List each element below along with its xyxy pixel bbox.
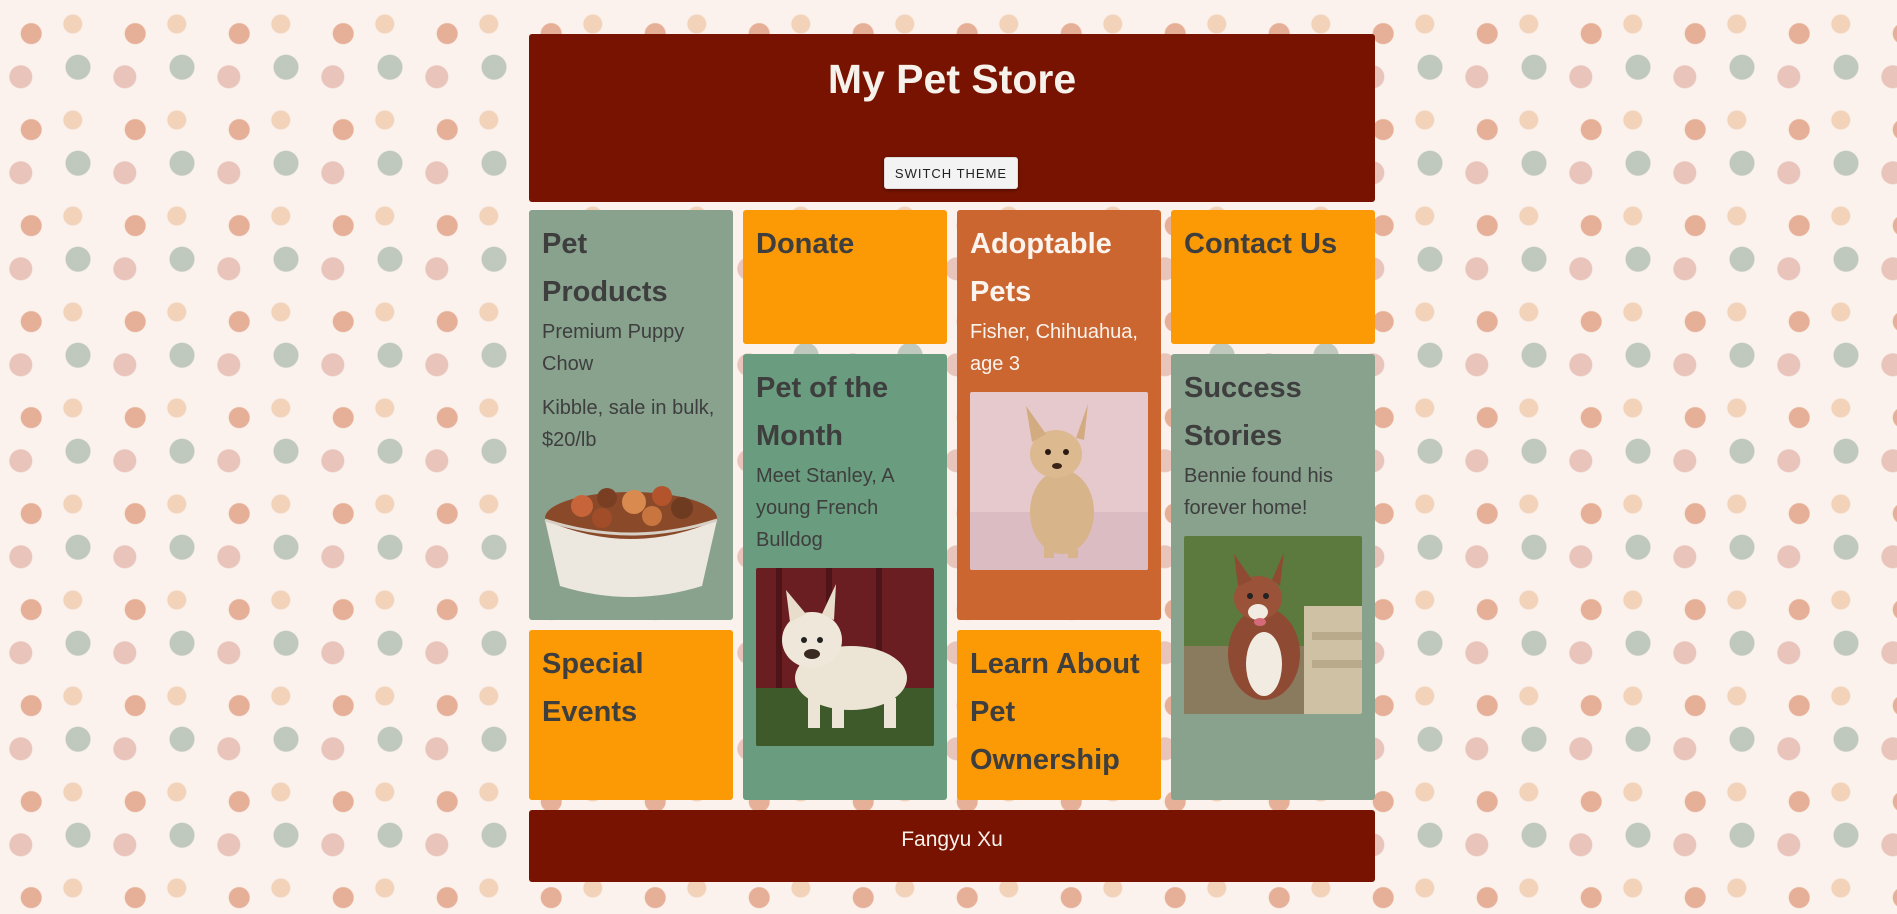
card-text: Fisher, Chihuahua, age 3 — [970, 321, 1138, 375]
switch-theme-button[interactable]: SWITCH THEME — [884, 157, 1018, 189]
chihuahua-image — [970, 392, 1148, 570]
footer-author: Fangyu Xu — [901, 828, 1003, 851]
card-title: Pet of the Month — [756, 372, 889, 452]
collie-image — [1184, 536, 1362, 714]
card-title: Contact Us — [1184, 228, 1338, 260]
card-text: Meet Stanley, A young French Bulldog — [756, 465, 894, 551]
french-bulldog-image — [756, 568, 934, 746]
dog-food-bowl-image — [544, 486, 718, 597]
card-title: Learn About Pet Ownership — [970, 648, 1140, 776]
donate-card[interactable]: Donate — [743, 210, 947, 344]
card-text: Bennie found his forever home! — [1184, 465, 1334, 519]
page-container: My Pet Store SWITCH THEME Pet Products P… — [529, 34, 1375, 882]
adoptable-pets-card[interactable]: Adoptable Pets Fisher, Chihuahua, age 3 — [957, 210, 1161, 620]
card-text: Premium Puppy Chow — [542, 321, 685, 375]
page-title: My Pet Store — [827, 56, 1077, 102]
site-footer: Fangyu Xu — [529, 810, 1375, 882]
card-title: Pet Products — [542, 228, 668, 308]
learn-pet-ownership-card[interactable]: Learn About Pet Ownership — [957, 630, 1161, 800]
site-header: My Pet Store SWITCH THEME — [529, 34, 1375, 202]
card-title: Success Stories — [1184, 372, 1302, 452]
card-grid: Pet Products Premium Puppy Chow Kibble, … — [529, 210, 1375, 800]
card-title: Special Events — [542, 648, 644, 728]
special-events-card[interactable]: Special Events — [529, 630, 733, 800]
contact-us-card[interactable]: Contact Us — [1171, 210, 1375, 344]
pet-of-the-month-card[interactable]: Pet of the Month Meet Stanley, A young F… — [743, 354, 947, 800]
card-title: Donate — [756, 228, 855, 260]
success-stories-card[interactable]: Success Stories Bennie found his forever… — [1171, 354, 1375, 800]
card-text: Kibble, sale in bulk, $20/lb — [542, 397, 715, 451]
pet-products-card[interactable]: Pet Products Premium Puppy Chow Kibble, … — [529, 210, 733, 620]
card-title: Adoptable Pets — [970, 228, 1112, 308]
